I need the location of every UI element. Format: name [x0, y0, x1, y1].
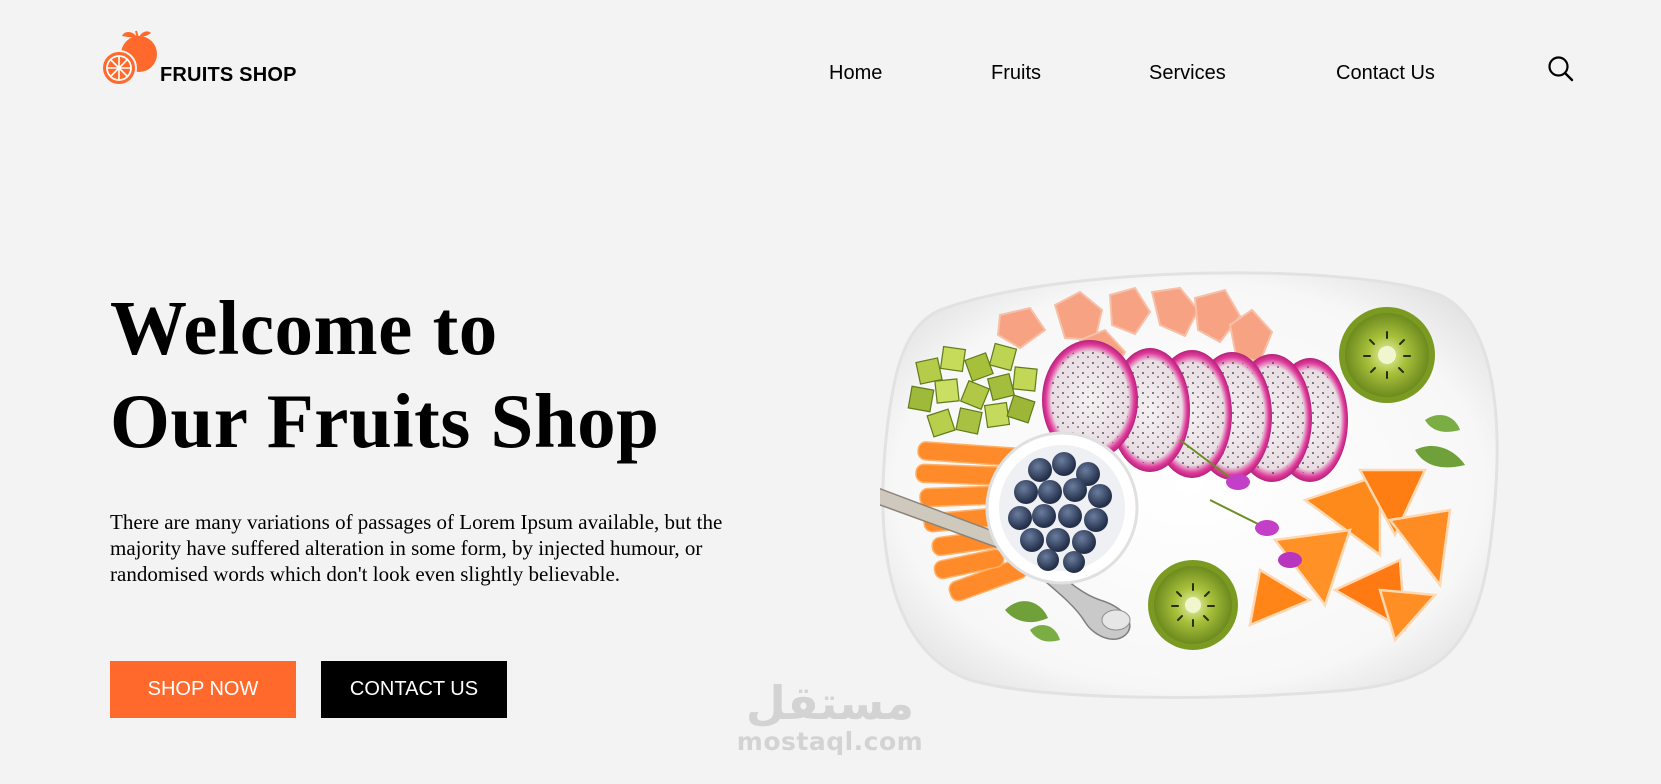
hero-title-line-1: Welcome to: [110, 285, 498, 371]
fruit-plate-illustration: [880, 271, 1499, 699]
mostaql-watermark: مستقل mostaql.com: [720, 678, 940, 756]
search-button[interactable]: [1546, 54, 1576, 84]
watermark-latin-text: mostaql.com: [736, 727, 924, 756]
contact-us-button[interactable]: CONTACT US: [321, 661, 507, 718]
hero-title: Welcome to Our Fruits Shop: [110, 282, 660, 468]
nav-item-fruits[interactable]: Fruits: [991, 62, 1041, 85]
nav-item-services[interactable]: Services: [1149, 62, 1226, 85]
nav-item-contact-us[interactable]: Contact Us: [1336, 62, 1435, 85]
fruit-plate-image: [880, 270, 1500, 720]
search-icon: [1548, 56, 1574, 82]
hero-description: There are many variations of passages of…: [110, 510, 723, 586]
hero-title-line-2: Our Fruits Shop: [110, 378, 660, 464]
main-nav: Home Fruits Services Contact Us: [0, 62, 1661, 92]
nav-item-home[interactable]: Home: [829, 62, 882, 85]
shop-now-button[interactable]: SHOP NOW: [110, 661, 296, 718]
watermark-arabic-text: مستقل: [745, 676, 915, 730]
